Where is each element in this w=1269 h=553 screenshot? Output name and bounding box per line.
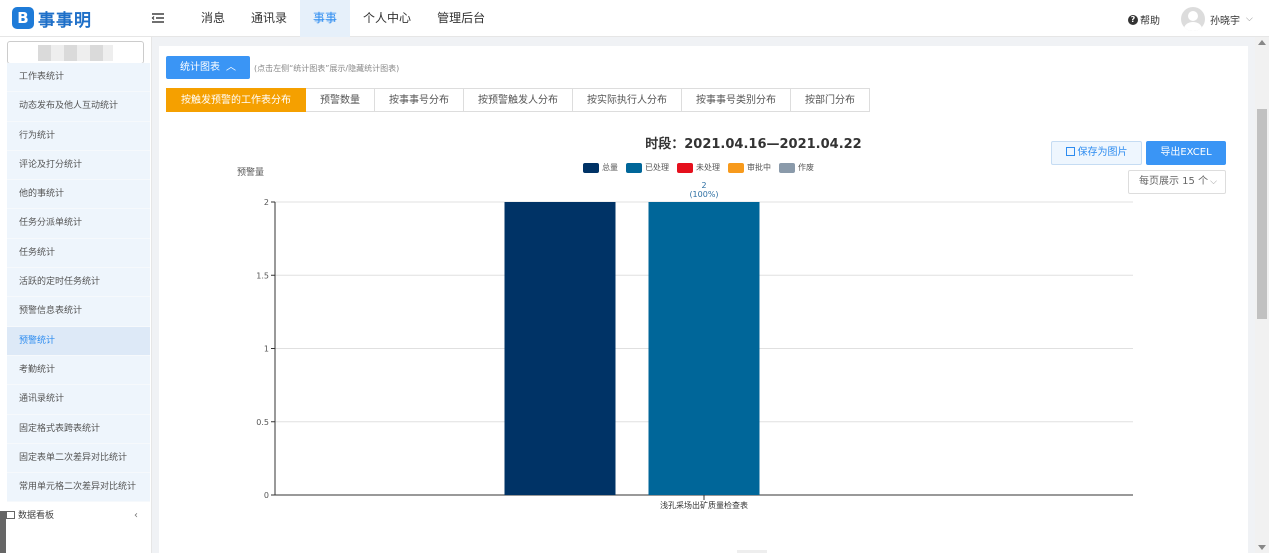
sidebar-item-scheduled-task-stats[interactable]: 活跃的定时任务统计 — [7, 268, 150, 298]
chevron-up-icon: ︿ — [226, 62, 236, 73]
nav-item-contacts[interactable]: 通讯录 — [238, 0, 300, 37]
sidebar-item-post-interaction-stats[interactable]: 动态发布及他人互动统计 — [7, 92, 150, 122]
y-tick-label: 1.5 — [256, 271, 269, 280]
menu-collapse-icon[interactable] — [150, 10, 166, 26]
sidebar: 工作表统计 动态发布及他人互动统计 行为统计 评论及打分统计 他的事统计 任务分… — [0, 37, 152, 553]
export-excel-button[interactable]: 导出EXCEL — [1146, 141, 1226, 165]
y-tick-label: 0 — [264, 491, 269, 500]
sidebar-footer-dashboard[interactable]: 数据看板 ‹ — [0, 506, 150, 526]
data-label-percent: (100%) — [689, 190, 718, 199]
sidebar-item-contacts-stats[interactable]: 通讯录统计 — [7, 385, 150, 415]
avatar — [1181, 7, 1205, 31]
y-axis-label: 预警量 — [237, 166, 264, 178]
scroll-up-icon[interactable] — [1258, 40, 1266, 45]
sidebar-item-behavior-stats[interactable]: 行为统计 — [7, 121, 150, 151]
tab-by-department[interactable]: 按部门分布 — [791, 88, 870, 112]
x-tick-label: 浅孔采场出矿质量检查表 — [660, 500, 748, 510]
tab-by-trigger-user[interactable]: 按预警触发人分布 — [464, 88, 573, 112]
sidebar-item-task-assignment-stats[interactable]: 任务分派单统计 — [7, 209, 150, 239]
logo-mark-icon: B — [12, 7, 34, 29]
sidebar-item-worksheet-stats[interactable]: 工作表统计 — [7, 63, 150, 93]
toggle-hint: (点击左侧“统计图表”展示/隐藏统计图表) — [254, 64, 400, 73]
user-name: 孙晓宇 — [1210, 15, 1240, 27]
tab-by-matter-number[interactable]: 按事事号分布 — [375, 88, 464, 112]
app-name: 事事明 — [38, 10, 92, 31]
y-tick-label: 2 — [264, 198, 269, 207]
bar-chart: 预警量00.511.522(100%)浅孔采场出矿质量检查表 — [237, 166, 1133, 510]
sidebar-list: 工作表统计 动态发布及他人互动统计 行为统计 评论及打分统计 他的事统计 任务分… — [7, 63, 150, 503]
page-scrollbar[interactable] — [1255, 37, 1269, 553]
nav-item-shishi[interactable]: 事事 — [300, 0, 351, 37]
y-tick-label: 1 — [264, 345, 269, 354]
image-icon — [1065, 147, 1075, 156]
help-icon: ? — [1128, 14, 1138, 25]
bar[interactable] — [648, 202, 760, 495]
sidebar-item-his-matters-stats[interactable]: 他的事统计 — [7, 180, 150, 210]
distribution-tabs: 按触发预警的工作表分布 预警数量 按事事号分布 按预警触发人分布 按实际执行人分… — [166, 88, 870, 112]
save-image-label: 保存为图片 — [1077, 147, 1128, 158]
sidebar-item-cell-diff-stats[interactable]: 常用单元格二次差异对比统计 — [7, 473, 150, 503]
user-menu[interactable]: 孙晓宇 ⌵ — [1181, 7, 1253, 31]
sidebar-scrollbar[interactable] — [0, 511, 6, 553]
sidebar-item-task-stats[interactable]: 任务统计 — [7, 238, 150, 269]
page-size-value: 每页展示 15 个 — [1139, 176, 1209, 187]
top-bar: B 事事明 消息 通讯录 事事 个人中心 管理后台 ? 帮助 孙晓宇 ⌵ — [0, 0, 1269, 37]
sidebar-item-attendance-stats[interactable]: 考勤统计 — [7, 355, 150, 386]
dashboard-label: 数据看板 — [18, 511, 55, 521]
help-link[interactable]: ? 帮助 — [1128, 12, 1160, 27]
sidebar-item-comment-rating-stats[interactable]: 评论及打分统计 — [7, 150, 150, 181]
chart-toggle-button[interactable]: 统计图表 ︿ — [166, 56, 250, 79]
scrollbar-thumb[interactable] — [1257, 109, 1267, 319]
sidebar-item-fixed-form-diff-stats[interactable]: 固定表单二次差异对比统计 — [7, 443, 150, 474]
chart-toggle-label: 统计图表 — [180, 62, 220, 73]
sidebar-search-input[interactable] — [7, 41, 144, 64]
blurred-content — [38, 45, 113, 61]
scroll-down-icon[interactable] — [1258, 545, 1266, 550]
nav-item-messages[interactable]: 消息 — [188, 0, 238, 37]
sidebar-item-fixed-format-stats[interactable]: 固定格式表跨表统计 — [7, 414, 150, 444]
app-logo[interactable]: B 事事明 — [12, 6, 92, 31]
sidebar-item-warning-info-stats[interactable]: 预警信息表统计 — [7, 297, 150, 327]
chevron-left-icon[interactable]: ‹ — [134, 506, 138, 526]
help-label: 帮助 — [1140, 16, 1160, 27]
tab-warning-count[interactable]: 预警数量 — [306, 88, 375, 112]
tab-by-executor[interactable]: 按实际执行人分布 — [573, 88, 682, 112]
sidebar-item-warning-stats[interactable]: 预警统计 — [7, 326, 150, 356]
nav-item-admin[interactable]: 管理后台 — [424, 0, 498, 37]
nav-item-personal-center[interactable]: 个人中心 — [350, 0, 424, 37]
dashboard-icon — [6, 511, 15, 519]
chevron-down-icon: ⌵ — [1210, 177, 1217, 187]
tab-by-worksheet[interactable]: 按触发预警的工作表分布 — [166, 88, 306, 112]
tab-by-matter-category[interactable]: 按事事号类别分布 — [682, 88, 791, 112]
chevron-down-icon: ⌵ — [1246, 14, 1253, 24]
main-panel: 统计图表 ︿ (点击左侧“统计图表”展示/隐藏统计图表) 按触发预警的工作表分布… — [159, 46, 1248, 553]
data-label: 2 — [701, 181, 706, 190]
bar[interactable] — [504, 202, 616, 495]
app-window: B 事事明 消息 通讯录 事事 个人中心 管理后台 ? 帮助 孙晓宇 ⌵ 工作表… — [0, 0, 1269, 553]
main-nav: 消息 通讯录 事事 个人中心 管理后台 — [188, 0, 498, 37]
y-tick-label: 0.5 — [256, 418, 269, 427]
